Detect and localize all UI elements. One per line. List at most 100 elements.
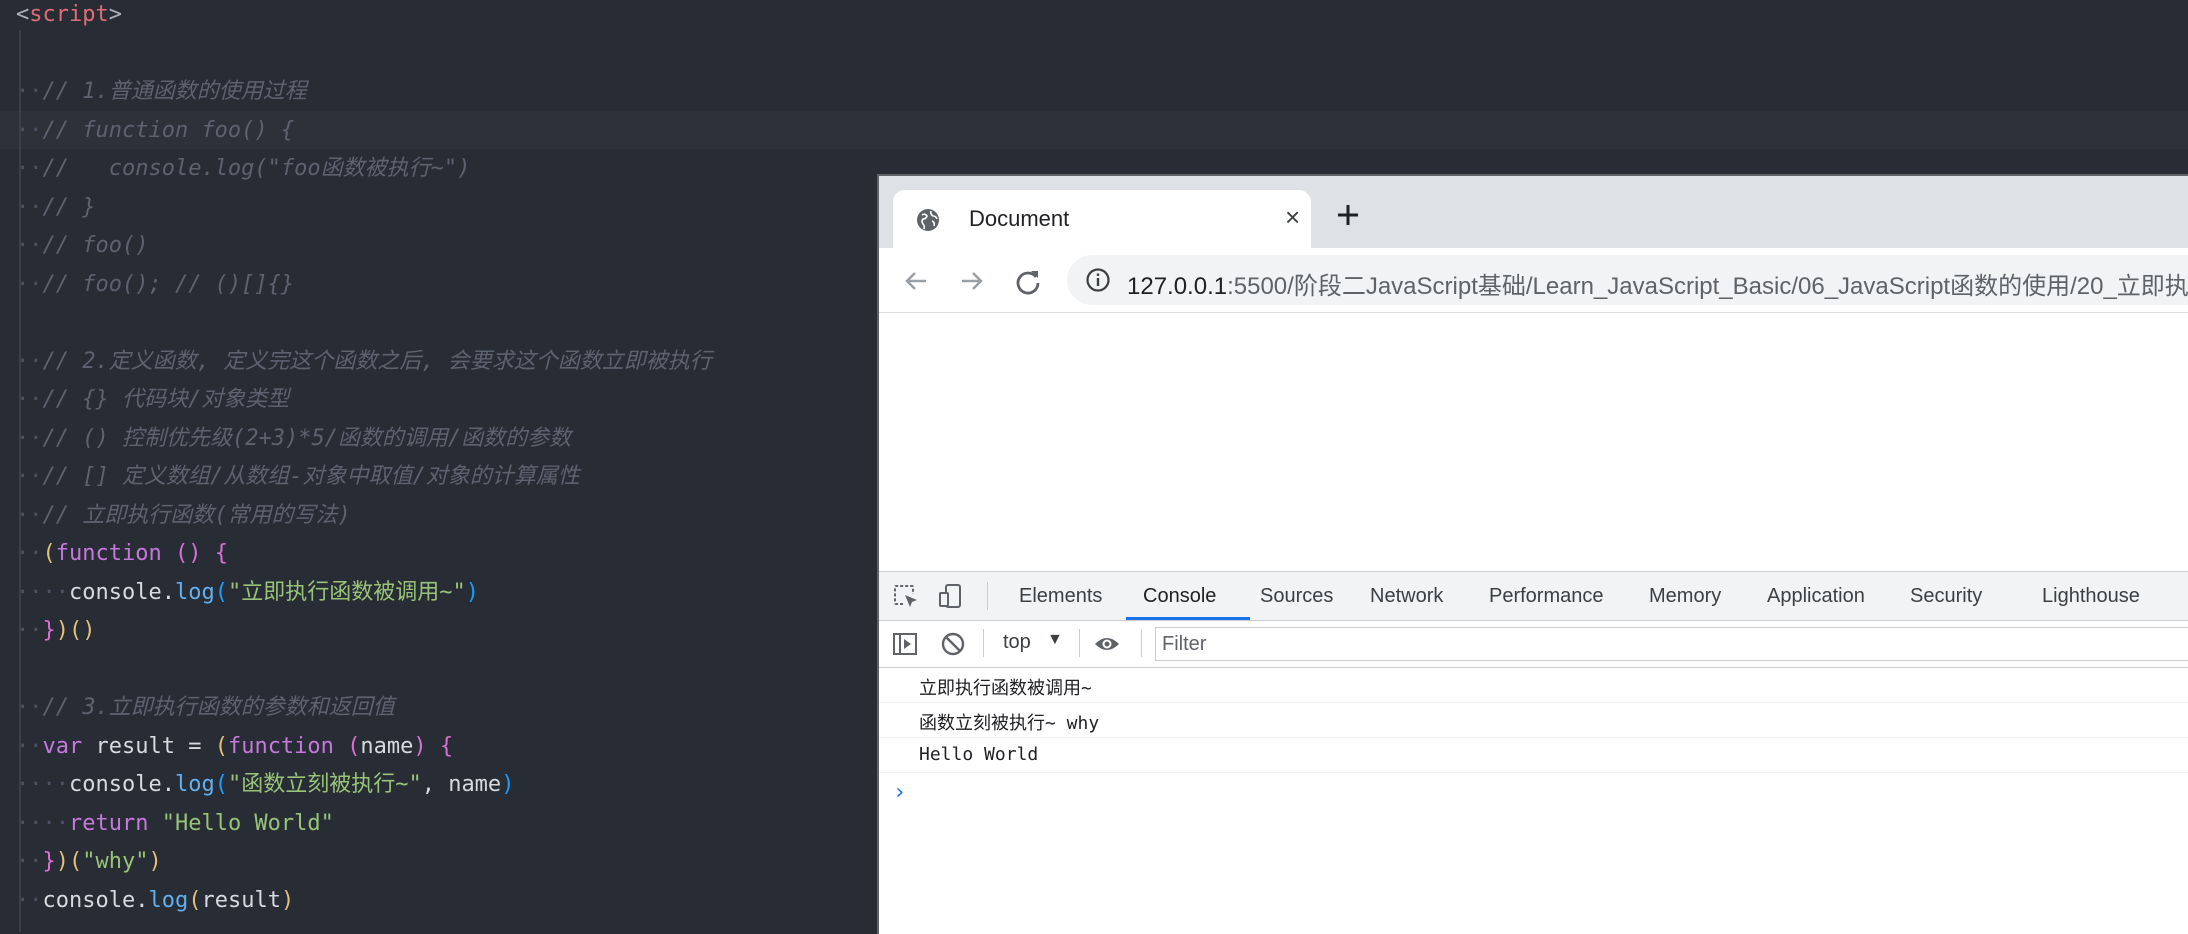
browser-tab[interactable]: Document × bbox=[893, 190, 1311, 248]
code-token: "why" bbox=[82, 849, 149, 874]
context-selector[interactable]: top bbox=[1003, 631, 1031, 654]
tab-elements[interactable]: Elements bbox=[1019, 585, 1102, 608]
code-line[interactable]: ··// () 控制优先级(2+3)*5/函数的调用/函数的参数 bbox=[16, 420, 571, 458]
code-token: ···· bbox=[16, 810, 69, 836]
code-token: // 2.定义函数, 定义完这个函数之后, 会要求这个函数立即被执行 bbox=[42, 348, 712, 374]
back-arrow-icon[interactable] bbox=[901, 266, 931, 296]
code-token: ·· bbox=[16, 271, 43, 297]
eye-icon[interactable] bbox=[1093, 630, 1121, 658]
tab-sources[interactable]: Sources bbox=[1260, 585, 1333, 608]
code-line[interactable]: ··console.log(result) bbox=[16, 882, 294, 920]
code-line[interactable]: ··// foo(); // ()[]{} bbox=[16, 266, 294, 304]
url-host: 127.0.0.1 bbox=[1127, 273, 1228, 300]
close-tab-icon[interactable]: × bbox=[1285, 202, 1300, 233]
code-line[interactable]: <script> bbox=[16, 0, 122, 34]
code-token: () bbox=[69, 618, 96, 643]
code-token: ·· bbox=[16, 887, 43, 913]
code-token: console. bbox=[68, 772, 175, 797]
code-line[interactable]: ··})("why") bbox=[16, 843, 162, 881]
code-token: // foo() bbox=[42, 233, 149, 258]
code-line[interactable]: ··// 2.定义函数, 定义完这个函数之后, 会要求这个函数立即被执行 bbox=[16, 343, 712, 381]
code-line[interactable]: ··// 1.普通函数的使用过程 bbox=[16, 73, 307, 111]
code-line[interactable]: ··// 立即执行函数(常用的写法) bbox=[16, 497, 351, 535]
code-token: ) bbox=[413, 733, 427, 759]
forward-arrow-icon[interactable] bbox=[957, 266, 987, 296]
url-path: :5500/阶段二JavaScript基础/Learn_JavaScript_B… bbox=[1227, 273, 2188, 300]
new-tab-icon[interactable] bbox=[1333, 200, 1363, 230]
code-token: ·· bbox=[16, 618, 43, 643]
code-line[interactable]: ··// [] 定义数组/从数组-对象中取值/对象的计算属性 bbox=[16, 458, 580, 496]
code-line[interactable]: ··// console.log("foo函数被执行~") bbox=[16, 150, 470, 188]
code-token: ·· bbox=[16, 849, 43, 874]
console-message: 立即执行函数被调用~ bbox=[879, 668, 2188, 703]
code-token: } bbox=[42, 618, 56, 643]
code-line[interactable]: ··var result = (function (name) { bbox=[16, 728, 453, 766]
code-token: ) bbox=[465, 579, 479, 605]
code-token: ( bbox=[42, 541, 56, 566]
code-token: // console.log("foo函数被执行~") bbox=[42, 156, 471, 181]
code-token: log bbox=[174, 772, 215, 797]
code-token: ) bbox=[280, 887, 295, 913]
tab-console[interactable]: Console bbox=[1143, 585, 1216, 608]
tab-performance[interactable]: Performance bbox=[1489, 585, 1604, 608]
code-line[interactable]: ····return "Hello World" bbox=[16, 805, 334, 843]
code-token: ·· bbox=[16, 464, 43, 489]
device-toolbar-icon[interactable] bbox=[937, 582, 965, 610]
code-token: // () 控制优先级(2+3)*5/函数的调用/函数的参数 bbox=[42, 425, 572, 451]
code-token: ·· bbox=[16, 541, 43, 566]
tab-application[interactable]: Application bbox=[1767, 585, 1865, 608]
console-prompt[interactable]: › bbox=[893, 780, 906, 805]
code-line[interactable]: ····console.log("函数立刻被执行~", name) bbox=[16, 766, 514, 804]
code-token: ·· bbox=[16, 387, 43, 412]
inspect-element-icon[interactable] bbox=[891, 582, 919, 610]
code-token: var bbox=[42, 733, 83, 759]
active-tab-indicator bbox=[1126, 617, 1250, 620]
console-message: 函数立刻被执行~ why bbox=[879, 703, 2188, 738]
clear-console-icon[interactable] bbox=[939, 630, 967, 658]
devtools-panel: Elements Console Sources Network Perform… bbox=[879, 571, 2188, 934]
browser-window: Document × 127.0.0.1:5500/阶段二JavaScript基… bbox=[877, 174, 2188, 934]
code-token: log bbox=[148, 887, 189, 913]
url-text: 127.0.0.1:5500/阶段二JavaScript基础/Learn_Jav… bbox=[1127, 266, 2188, 301]
code-line[interactable]: ··// 3.立即执行函数的参数和返回值 bbox=[16, 689, 395, 727]
code-token: // 3.立即执行函数的参数和返回值 bbox=[42, 695, 395, 720]
code-line[interactable]: ····console.log("立即执行函数被调用~") bbox=[16, 574, 479, 612]
console-output: 立即执行函数被调用~ 函数立刻被执行~ why Hello World › bbox=[879, 668, 2188, 934]
sidebar-toggle-icon[interactable] bbox=[891, 630, 919, 658]
tab-security[interactable]: Security bbox=[1910, 585, 1982, 608]
browser-toolbar: 127.0.0.1:5500/阶段二JavaScript基础/Learn_Jav… bbox=[879, 248, 2188, 313]
filter-placeholder: Filter bbox=[1162, 633, 1207, 655]
info-icon[interactable] bbox=[1085, 267, 1111, 293]
code-token: ( bbox=[214, 733, 228, 759]
address-bar[interactable]: 127.0.0.1:5500/阶段二JavaScript基础/Learn_Jav… bbox=[1067, 255, 2188, 305]
code-token: ) bbox=[501, 772, 515, 797]
code-token: function bbox=[55, 541, 162, 566]
tab-memory[interactable]: Memory bbox=[1649, 585, 1721, 608]
code-token: result = bbox=[82, 733, 215, 759]
code-token: ·· bbox=[16, 194, 43, 220]
tab-network[interactable]: Network bbox=[1370, 585, 1443, 608]
code-line[interactable]: ··(function () { bbox=[16, 535, 228, 573]
code-line[interactable]: ··// foo() bbox=[16, 227, 148, 265]
code-line[interactable]: ··// {} 代码块/对象类型 bbox=[16, 381, 289, 419]
code-token: log bbox=[174, 579, 215, 605]
code-token: ( bbox=[347, 733, 361, 759]
code-token: result bbox=[201, 887, 281, 913]
code-line[interactable]: ··})() bbox=[16, 612, 96, 650]
reload-icon[interactable] bbox=[1013, 266, 1043, 296]
toolbar-divider bbox=[1079, 629, 1080, 657]
console-message-text: Hello World bbox=[919, 744, 1039, 765]
code-line[interactable]: ··// } bbox=[16, 189, 95, 227]
filter-input[interactable]: Filter bbox=[1155, 627, 2188, 661]
code-token: // function foo() { bbox=[42, 117, 295, 143]
page-content bbox=[879, 313, 2188, 571]
chevron-down-icon[interactable]: ▼ bbox=[1047, 631, 1063, 649]
code-token: ) bbox=[55, 849, 69, 874]
tab-lighthouse[interactable]: Lighthouse bbox=[2042, 585, 2140, 608]
code-line[interactable]: ··// function foo() { bbox=[16, 112, 294, 150]
code-token: console. bbox=[42, 887, 149, 913]
code-token: ( bbox=[69, 849, 83, 874]
